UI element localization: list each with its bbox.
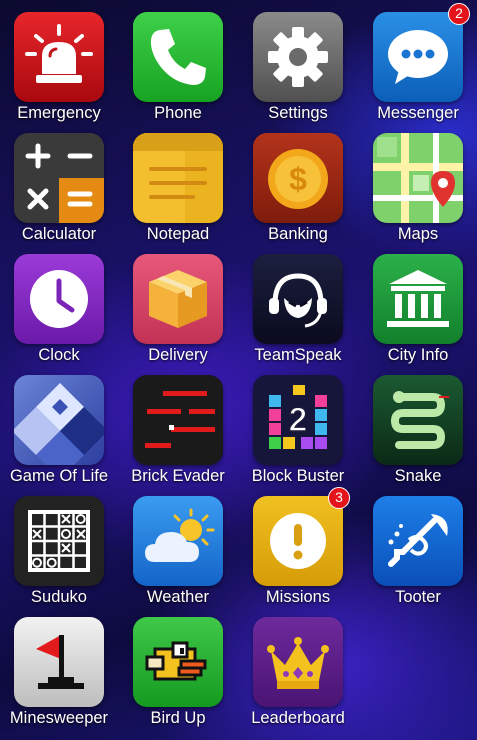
app-delivery[interactable]: Delivery xyxy=(119,242,237,364)
trumpet-icon xyxy=(373,496,463,586)
app-label: Minesweeper xyxy=(9,709,109,727)
app-block-buster[interactable]: 2 Block Buster xyxy=(239,363,357,485)
app-phone[interactable]: Phone xyxy=(119,0,237,122)
map-pin-icon xyxy=(373,133,463,223)
city-hall-icon xyxy=(373,254,463,344)
app-notepad[interactable]: Notepad xyxy=(119,121,237,243)
app-maps[interactable]: Maps xyxy=(359,121,477,243)
app-city-info[interactable]: City Info xyxy=(359,242,477,364)
app-minesweeper[interactable]: Minesweeper xyxy=(0,605,118,727)
app-settings[interactable]: Settings xyxy=(239,0,357,122)
calculator-icon xyxy=(14,133,104,223)
app-game-of-life[interactable]: Game Of Life xyxy=(0,363,118,485)
app-bird-up[interactable]: Bird Up xyxy=(119,605,237,727)
app-label: Tooter xyxy=(395,588,441,606)
app-clock[interactable]: Clock xyxy=(0,242,118,364)
home-screen-grid: Emergency Phone Settings 2 Messenger Cal… xyxy=(0,0,477,740)
app-banking[interactable]: $ Banking xyxy=(239,121,357,243)
app-messenger[interactable]: 2 Messenger xyxy=(359,0,477,122)
exclamation-icon xyxy=(253,496,343,586)
app-weather[interactable]: Weather xyxy=(119,484,237,606)
app-calculator[interactable]: Calculator xyxy=(0,121,118,243)
sudoku-grid-icon xyxy=(14,496,104,586)
flappy-bird-icon xyxy=(133,617,223,707)
game-of-life-icon xyxy=(14,375,104,465)
snake-icon xyxy=(373,375,463,465)
svg-text:2: 2 xyxy=(289,401,308,439)
notification-badge: 3 xyxy=(328,487,350,509)
app-label: Bird Up xyxy=(150,709,206,727)
app-label: Leaderboard xyxy=(251,709,345,727)
siren-icon xyxy=(14,12,104,102)
app-suduko[interactable]: Suduko xyxy=(0,484,118,606)
crown-icon xyxy=(253,617,343,707)
package-icon xyxy=(133,254,223,344)
headset-icon xyxy=(253,254,343,344)
sun-cloud-icon xyxy=(133,496,223,586)
flag-icon xyxy=(14,617,104,707)
brick-evader-icon xyxy=(133,375,223,465)
notification-badge: 2 xyxy=(448,3,470,25)
dollar-coin-icon: $ xyxy=(253,133,343,223)
app-tooter[interactable]: Tooter xyxy=(359,484,477,606)
gear-icon xyxy=(253,12,343,102)
app-leaderboard[interactable]: Leaderboard xyxy=(239,605,357,727)
app-emergency[interactable]: Emergency xyxy=(0,0,118,122)
app-snake[interactable]: Snake xyxy=(359,363,477,485)
svg-text:$: $ xyxy=(289,161,307,197)
clock-icon xyxy=(14,254,104,344)
notepad-icon xyxy=(133,133,223,223)
phone-icon xyxy=(133,12,223,102)
app-brick-evader[interactable]: Brick Evader xyxy=(119,363,237,485)
block-buster-icon: 2 xyxy=(253,375,343,465)
app-teamspeak[interactable]: TeamSpeak xyxy=(239,242,357,364)
app-missions[interactable]: 3 Missions xyxy=(239,484,357,606)
chat-bubble-icon xyxy=(373,12,463,102)
